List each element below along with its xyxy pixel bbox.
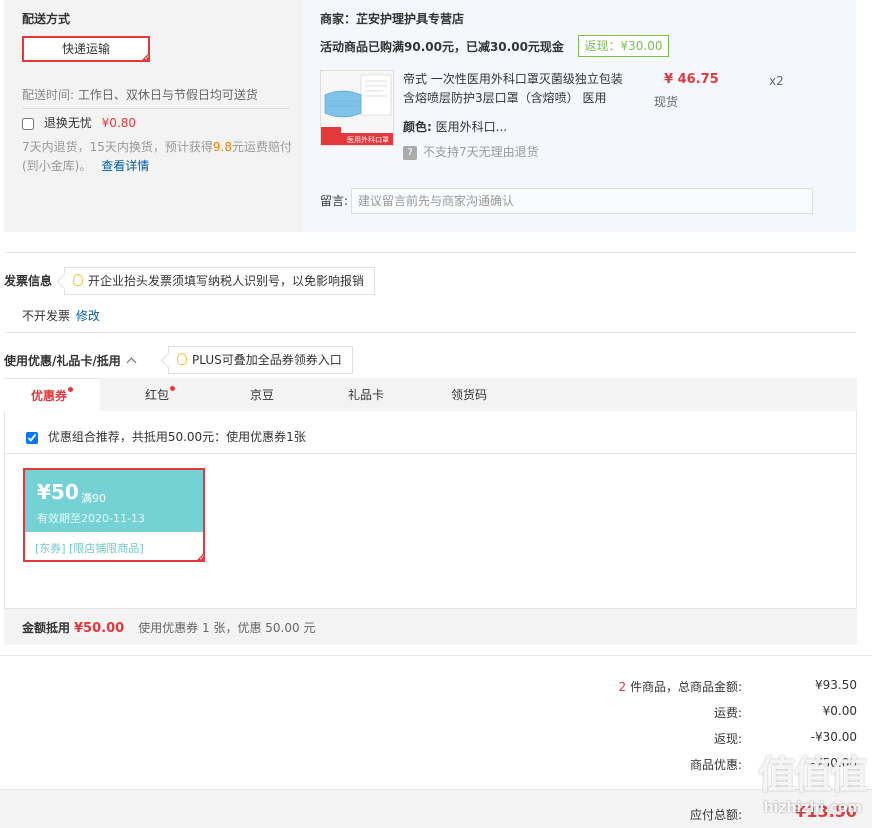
payable-label: 应付总额:	[689, 808, 742, 822]
delivery-time-value: 工作日、双休日与节假日均可送货	[77, 88, 258, 102]
recommend-combo-option[interactable]: 优惠组合推荐，共抵用50.00元：使用优惠券1张	[26, 428, 306, 445]
lightbulb-icon	[73, 274, 83, 286]
store-name: 商家：芷安护理护具专营店	[320, 12, 465, 26]
no-return-notice: 7 不支持7天无理由退货	[403, 143, 539, 160]
shipping-method-label: 快递运输	[61, 42, 110, 56]
coupon-summary: 金额抵用 ¥50.00 使用优惠券 1 张，优惠 50.00 元	[22, 619, 315, 636]
invoice-tip-text: 开企业抬头发票须填写纳税人识别号，以免影响报销	[88, 274, 365, 288]
delivery-time-label: 配送时间:	[22, 88, 75, 102]
message-label: 留言:	[320, 194, 349, 208]
tab-jd-beans[interactable]: 京豆	[240, 378, 284, 412]
return-insurance-checkbox[interactable]	[22, 117, 34, 130]
tab-coupons-label: 优惠券	[30, 389, 67, 403]
product-image-label: 医用外科口罩	[347, 135, 389, 144]
new-dot-icon	[68, 387, 73, 392]
invoice-title: 发票信息	[4, 274, 53, 288]
coupon-section-toggle[interactable]: 使用优惠/礼品卡/抵用	[4, 352, 137, 369]
coupon-card[interactable]: ¥50 满90 有效期至2020-11-13 [东券] [限店铺限商品]	[23, 468, 205, 563]
tab-gift-card[interactable]: 礼品卡	[338, 378, 394, 412]
tab-red-packets-label: 红包	[144, 388, 169, 402]
return-insurance-price: ¥0.80	[101, 116, 137, 130]
coupon-expiry: 有效期至2020-11-13	[37, 512, 145, 525]
shipping-fee-value: ¥0.00	[822, 704, 857, 718]
watermark-logo: 值值值	[757, 753, 868, 797]
discount-label: 商品优惠:	[689, 758, 742, 772]
plus-tip-text: PLUS可叠加全品券领券入口	[192, 353, 342, 367]
plus-coupon-tip[interactable]: PLUS可叠加全品券领券入口	[168, 346, 353, 374]
color-value: 医用外科口...	[435, 120, 508, 134]
cashback-value: -¥30.00	[810, 730, 857, 744]
product-name-link[interactable]: 帝式 一次性医用外科口罩灭菌级独立包装含熔喷层防护3层口罩（含熔喷） 医用	[403, 70, 625, 108]
mask-product-icon: 医用外科口罩	[321, 71, 393, 145]
product-color: 颜色: 医用外科口...	[403, 118, 507, 135]
product-image[interactable]: 医用外科口罩	[320, 70, 394, 146]
invoice-edit-link[interactable]: 修改	[76, 309, 100, 323]
selected-check-icon	[140, 52, 150, 63]
coupon-card-header: ¥50 满90 有效期至2020-11-13	[25, 470, 203, 532]
color-label: 颜色:	[403, 120, 432, 134]
invoice-status-text: 不开发票	[22, 309, 71, 323]
coupon-section-title: 使用优惠/礼品卡/抵用	[4, 354, 121, 368]
tab-coupons[interactable]: 优惠券	[4, 378, 100, 412]
invoice-tip: 开企业抬头发票须填写纳税人识别号，以免影响报销	[64, 267, 376, 295]
coupon-amount: ¥50	[37, 480, 79, 504]
coupon-condition: 满90	[81, 492, 106, 505]
product-quantity: x2	[769, 74, 784, 88]
recommend-combo-text: 优惠组合推荐，共抵用50.00元：使用优惠券1张	[47, 430, 306, 444]
cashback-badge: 返现：¥30.00	[578, 35, 669, 57]
divider	[4, 332, 856, 333]
divider	[22, 108, 290, 109]
shipping-fee-label: 运费:	[713, 706, 742, 720]
items-total-text: 件商品，总商品金额:	[626, 680, 742, 694]
promo-text: 活动商品已购满90.00元，已减30.00元现金	[320, 40, 564, 54]
selected-check-icon	[195, 552, 205, 563]
stock-status: 现货	[654, 95, 679, 109]
items-total-value: ¥93.50	[815, 678, 857, 692]
chevron-up-icon	[126, 357, 137, 368]
view-details-link[interactable]: 查看详情	[101, 159, 149, 173]
return-desc-text: 7天内退货，15天内换货，预计获得	[22, 140, 213, 154]
divider	[4, 252, 856, 253]
new-dot-icon	[170, 386, 175, 391]
delivery-time: 配送时间: 工作日、双休日与节假日均可送货	[22, 86, 258, 103]
return-insurance-label: 退换无忧	[43, 116, 92, 130]
lightbulb-icon	[177, 353, 187, 365]
invoice-status: 不开发票 修改	[22, 307, 100, 324]
watermark-url: hizhizhi.com	[763, 800, 862, 816]
coupon-summary-detail: 使用优惠券 1 张，优惠 50.00 元	[138, 621, 316, 635]
recommend-combo-checkbox[interactable]	[26, 431, 38, 444]
items-count: 2	[618, 680, 627, 694]
cashback-label: 返现:	[713, 732, 742, 746]
shipping-title: 配送方式	[22, 12, 71, 26]
seven-day-icon: 7	[403, 145, 417, 160]
product-price: ¥ 46.75	[664, 72, 719, 87]
coupon-summary-label: 金额抵用	[22, 621, 71, 635]
coupon-tags: [东券] [限店铺限商品]	[35, 542, 144, 555]
divider	[4, 453, 857, 454]
coupon-summary-amount: ¥50.00	[74, 621, 125, 636]
items-total-label: 2 件商品，总商品金额:	[619, 678, 743, 695]
return-insurance-description: 7天内退货，15天内换货，预计获得9.8元运费赔付(到小金库)。 查看详情	[22, 138, 292, 176]
no-return-text: 不支持7天无理由退货	[423, 145, 539, 159]
return-insurance-option[interactable]: 退换无忧 ¥0.80	[22, 114, 136, 131]
divider	[0, 655, 872, 656]
tab-pickup-code[interactable]: 领货码	[440, 378, 498, 412]
tab-red-packets[interactable]: 红包	[130, 378, 190, 412]
shipping-method-button[interactable]: 快递运输	[22, 36, 150, 63]
return-desc-amount: 9.8	[212, 140, 232, 154]
message-input[interactable]: 建议留言前先与商家沟通确认	[351, 188, 813, 214]
